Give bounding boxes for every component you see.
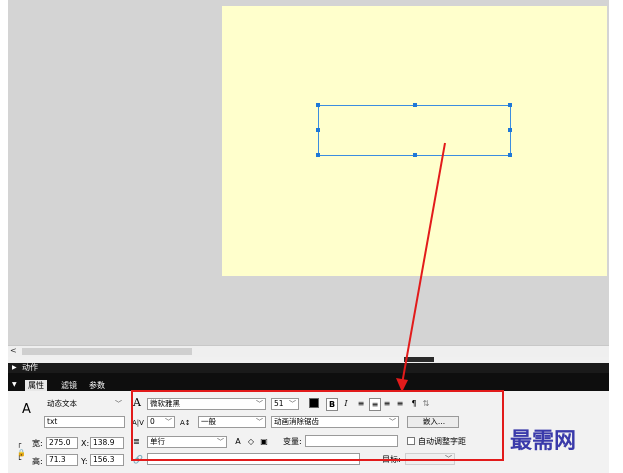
chevron-down-icon: ﹀ xyxy=(115,400,122,408)
text-type-value: 动态文本 xyxy=(47,399,77,408)
actions-panel-label: 动作 xyxy=(22,363,38,372)
horizontal-scrollbar[interactable]: < xyxy=(8,345,609,357)
resize-handle-br[interactable] xyxy=(508,153,512,157)
tab-filters[interactable]: 滤镜 xyxy=(58,380,80,391)
properties-tabs-bar: ▼ 属性 滤镜 参数 xyxy=(8,373,609,391)
width-label: 宽: xyxy=(32,439,43,448)
resize-handle-bl[interactable] xyxy=(316,153,320,157)
x-label: X: xyxy=(81,439,90,448)
expand-triangle-icon: ▶ xyxy=(12,364,17,371)
resize-handle-bc[interactable] xyxy=(413,153,417,157)
selected-text-field[interactable] xyxy=(316,103,512,157)
tab-parameters[interactable]: 参数 xyxy=(86,380,108,391)
actions-panel-header[interactable]: ▶ 动作 xyxy=(8,363,609,373)
y-input[interactable]: 156.3 xyxy=(90,454,124,466)
scroll-thumb[interactable] xyxy=(22,348,192,355)
x-value: 138.9 xyxy=(93,438,115,447)
width-value: 275.0 xyxy=(49,438,71,447)
scroll-left-arrow[interactable]: < xyxy=(10,346,17,355)
y-value: 156.3 xyxy=(93,455,115,464)
resize-handle-tr[interactable] xyxy=(508,103,512,107)
height-label: 高: xyxy=(32,457,43,466)
collapse-triangle-icon[interactable]: ▼ xyxy=(12,380,17,390)
text-type-select[interactable]: 动态文本 ﹀ xyxy=(44,398,125,410)
instance-name-value: txt xyxy=(47,417,58,426)
text-tool-icon: A xyxy=(22,402,31,417)
width-input[interactable]: 275.0 xyxy=(46,437,78,449)
x-input[interactable]: 138.9 xyxy=(90,437,124,449)
resize-handle-mr[interactable] xyxy=(508,128,512,132)
size-link-bottom-icon: └ xyxy=(17,456,22,464)
resize-handle-tl[interactable] xyxy=(316,103,320,107)
annotation-highlight-box xyxy=(131,390,504,461)
watermark-text: 最需网 xyxy=(510,428,577,454)
splitter-grip[interactable] xyxy=(404,357,434,362)
resize-handle-ml[interactable] xyxy=(316,128,320,132)
height-value: 71.3 xyxy=(49,455,66,464)
instance-name-input[interactable]: txt xyxy=(44,416,125,428)
tab-properties[interactable]: 属性 xyxy=(25,380,47,391)
resize-handle-tc[interactable] xyxy=(413,103,417,107)
y-label: Y: xyxy=(81,457,88,466)
height-input[interactable]: 71.3 xyxy=(46,454,78,466)
